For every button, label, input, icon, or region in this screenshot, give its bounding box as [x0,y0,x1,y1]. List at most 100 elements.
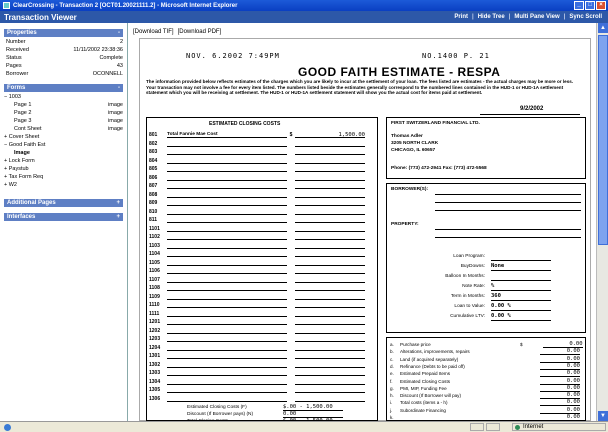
cost-line-amount [295,336,365,342]
form-tree-item[interactable]: + Tax Form Req [4,173,123,181]
cost-line-label [167,158,287,164]
form-tree-item[interactable]: Page 2 image [4,109,123,117]
price-row-label: Estimated Prepaid Items [400,371,451,377]
lender-city: CHICAGO, IL 60657 [391,148,436,153]
print-link[interactable]: Print [452,14,470,20]
form-tree-label: + Tax Form Req [4,174,44,180]
cost-row: 810 [149,208,365,216]
multi-pane-view-link[interactable]: Multi Pane View [512,14,561,20]
form-tree-label: Page 1 [14,102,32,108]
form-tree-item[interactable]: − Good Faith Est [4,141,123,149]
form-tree-item[interactable]: + Paystub [4,165,123,173]
collapse-icon[interactable]: - [118,85,120,91]
price-row-letter: b. [390,349,394,355]
cost-line-label [167,387,287,393]
cost-line-amount [295,268,365,274]
cost-row: 1202 [149,327,365,335]
forms-header[interactable]: Forms - [4,84,123,92]
cost-line-number: 1102 [149,234,160,240]
form-tree-item[interactable]: Image [4,149,123,157]
cost-line-amount [295,285,365,291]
property-value: Complete [99,55,123,61]
cost-line-amount [295,166,365,172]
cost-line-label [167,336,287,342]
additional-pages-title: Additional Pages [7,200,56,206]
collapse-icon[interactable]: - [118,30,120,36]
cost-line-number: 1306 [149,395,161,402]
loan-field-line [491,310,551,311]
hide-tree-link[interactable]: Hide Tree [476,14,507,20]
cost-line-amount [295,302,365,308]
scroll-thumb[interactable] [598,35,608,245]
price-row: j. Subordinate Financing 0.00 [390,407,584,414]
loan-field-label: Note Rate: [462,284,485,289]
form-tree-label: + Lock Form [4,158,35,164]
loan-field-value: 0.00 % [491,313,511,319]
cost-line-label [167,217,287,223]
cost-line-number: 1203 [149,336,161,342]
loan-field-label: BuyDowns: [460,264,485,269]
properties-header[interactable]: Properties - [4,29,123,37]
form-tree-item[interactable]: Cont Sheet image [4,125,123,133]
download-tif-link[interactable]: [Download TIF] [133,29,174,35]
cost-row: 1304 [149,378,365,386]
sync-scroll-link[interactable]: Sync Scroll [567,14,604,20]
total-row: Estimated Closing Costs (F) $.00 - 1,500.… [187,404,343,411]
form-tree-item[interactable]: − 1003 [4,93,123,101]
maximize-button[interactable]: □ [585,1,595,10]
cost-line-amount [295,192,365,198]
form-tree-item[interactable]: + Cover Sheet [4,133,123,141]
expand-icon[interactable]: + [116,200,120,206]
property-label: Number [6,39,26,45]
form-tree-type: image [108,102,123,108]
scroll-down-arrow-icon[interactable]: ▼ [598,411,608,421]
price-row-value: 0.00 [540,414,580,421]
scroll-up-arrow-icon[interactable]: ▲ [598,23,608,33]
cost-line-label [167,328,287,334]
form-tree-item[interactable]: + W2 [4,181,123,189]
additional-pages-header[interactable]: Additional Pages + [4,199,123,207]
cost-line-label [167,200,287,206]
cost-line-number: 804 [149,157,158,164]
price-row-label: Purchase price [400,342,431,347]
cost-row: 807 [149,182,365,190]
download-pdf-link[interactable]: [Download PDF] [178,29,222,35]
form-tree-item[interactable]: Page 3 image [4,117,123,125]
cost-line-number: 807 [149,183,158,189]
form-tree-item[interactable]: + Lock Form [4,157,123,165]
loan-field-line [491,320,551,321]
cost-line-number: 1204 [149,344,161,351]
viewer-links: Print | Hide Tree | Multi Pane View | Sy… [452,14,604,20]
property-label: Status [6,55,22,61]
cost-line-label [167,234,287,240]
cost-line-label [167,243,287,249]
interfaces-header[interactable]: Interfaces + [4,213,123,221]
cost-row: 1203 [149,335,365,343]
expand-icon[interactable]: + [116,214,120,220]
property-row: Pages 43 [6,62,123,70]
cost-line-number: 1304 [149,378,161,385]
cost-line-amount [295,217,365,223]
document-pane: [Download TIF] [Download PDF] NOV. 6.200… [129,23,596,421]
form-tree-item[interactable]: Page 1 image [4,101,123,109]
close-button[interactable]: × [596,1,606,10]
cost-line-amount [295,387,365,393]
viewer-title: Transaction Viewer [4,12,77,22]
total-row: Discount (If Borrower pays) (N) 0.00 [187,411,343,418]
form-tree-label: + W2 [4,182,17,188]
cost-row: 802 [149,140,365,148]
cost-line-number: 806 [149,174,158,181]
price-row: k. 0.00 [390,414,584,421]
cost-line-number: 1111 [149,310,160,317]
cost-row: 1303 [149,369,365,377]
loan-field-label: Loan Program: [453,254,485,259]
cost-line-number: 1303 [149,370,161,376]
cost-line-label [167,302,287,308]
price-row-value: 0.00 [540,356,580,363]
vertical-scrollbar[interactable]: ▲ ▼ [596,23,608,421]
cost-line-amount [295,200,365,206]
property-label: Received [6,47,29,53]
cost-line-label [167,209,287,215]
minimize-button[interactable]: _ [574,1,584,10]
lender-contact: Thomas Adler [391,134,423,139]
